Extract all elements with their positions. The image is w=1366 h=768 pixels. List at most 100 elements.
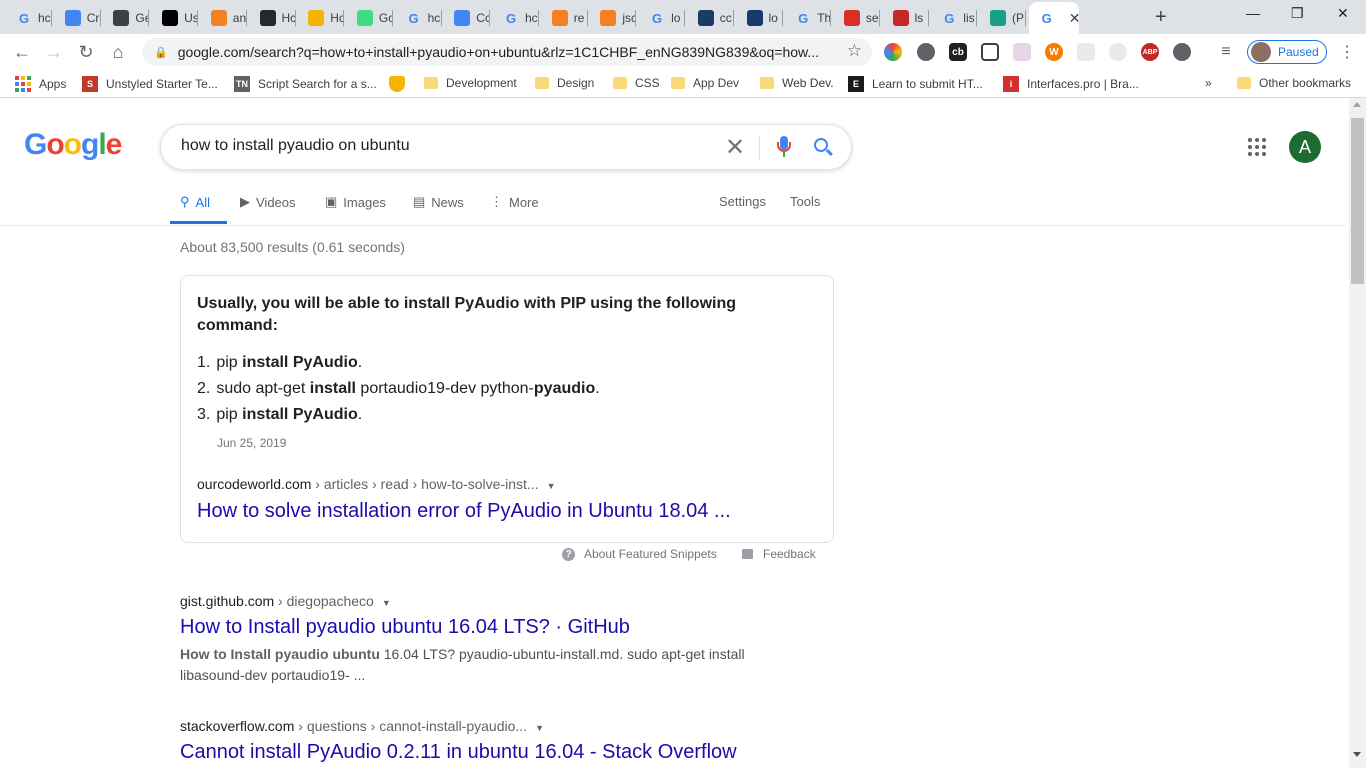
search-result: stackoverflow.com › questions › cannot-i… <box>180 718 780 764</box>
tab-tools[interactable]: Tools <box>790 194 820 209</box>
bookmark-item[interactable]: i Interfaces.pro | Bra... <box>1003 76 1139 92</box>
browser-tab[interactable]: Ge <box>103 4 150 32</box>
feedback-link[interactable]: Feedback <box>742 547 816 561</box>
adblock-extension-icon[interactable]: ABP <box>1141 43 1159 61</box>
more-bookmarks-button[interactable]: » <box>1205 76 1212 90</box>
active-tab-indicator <box>170 221 227 224</box>
browser-tab[interactable]: se <box>834 4 880 32</box>
browser-menu-icon[interactable]: ⋮ <box>1339 42 1355 62</box>
search-icon[interactable] <box>814 138 828 152</box>
color-picker-extension-icon[interactable] <box>884 43 902 61</box>
browser-tab[interactable]: (P <box>980 4 1026 32</box>
browser-tab[interactable]: Glo <box>639 4 686 32</box>
snippet-title-link[interactable]: How to solve installation error of PyAud… <box>197 500 731 523</box>
page-scrollbar[interactable] <box>1349 98 1366 768</box>
browser-tab[interactable]: ls <box>883 4 929 32</box>
screenshot-extension-icon[interactable] <box>981 43 999 61</box>
gear-extension-icon[interactable] <box>917 43 935 61</box>
browser-tab-active[interactable]: G ✕ <box>1028 2 1079 34</box>
result-cite[interactable]: gist.github.com › diegopacheco ▼ <box>180 593 780 609</box>
tab-separator <box>51 10 52 26</box>
bookmark-label: Design <box>557 76 595 90</box>
logo-letter: G <box>24 128 47 161</box>
new-tab-icon[interactable]: + <box>1155 6 1167 29</box>
step-number: 2. <box>197 380 211 397</box>
close-window-icon[interactable]: ✕ <box>1337 5 1349 22</box>
forward-icon[interactable]: → <box>43 41 65 63</box>
tab-settings-label: Settings <box>719 194 766 209</box>
search-input[interactable] <box>181 137 701 155</box>
scroll-up-icon[interactable] <box>1353 102 1361 107</box>
circle-extension-icon[interactable] <box>1109 43 1127 61</box>
step-keyword: install <box>242 406 289 423</box>
google-icon: G <box>944 10 955 26</box>
tab-settings[interactable]: Settings <box>719 194 766 209</box>
browser-tab[interactable]: Hc <box>250 4 296 32</box>
bookmark-item[interactable]: S Unstyled Starter Te... <box>82 76 218 92</box>
scrollbar-thumb[interactable] <box>1351 118 1364 284</box>
browser-tab[interactable]: Ghc <box>396 4 442 32</box>
profile-button[interactable]: Paused <box>1247 40 1327 64</box>
about-featured-snippets[interactable]: ? About Featured Snippets <box>562 547 717 561</box>
browser-tab[interactable]: Us <box>152 4 199 32</box>
bookmark-item[interactable]: E Learn to submit HT... <box>848 76 983 92</box>
bookmark-folder[interactable]: Development <box>424 76 517 90</box>
close-tab-icon[interactable]: ✕ <box>1069 10 1079 27</box>
caret-down-icon[interactable]: ▼ <box>382 598 391 608</box>
cloud-icon <box>64 10 81 26</box>
browser-tab[interactable]: Ghc <box>6 4 52 32</box>
bookmark-folder[interactable]: App Dev <box>671 76 739 90</box>
bookmark-apps[interactable]: Apps <box>15 76 66 92</box>
browser-tab[interactable]: G Th <box>785 4 832 32</box>
bookmark-item[interactable]: TN Script Search for a s... <box>234 76 377 92</box>
clear-search-icon[interactable]: ✕ <box>725 133 745 162</box>
minimize-window-icon[interactable]: — <box>1246 5 1260 21</box>
voice-search-icon[interactable] <box>777 136 791 158</box>
browser-tab[interactable]: cc <box>688 4 734 32</box>
playlist-icon[interactable]: ≡ <box>1217 43 1235 61</box>
other-bookmarks[interactable]: Other bookmarks <box>1237 76 1351 90</box>
tab-images[interactable]: ▣ Images <box>325 194 386 210</box>
cloud-extension-icon[interactable] <box>1173 43 1191 61</box>
bookmark-folder[interactable]: Design <box>535 76 594 90</box>
google-apps-icon[interactable] <box>1248 138 1266 156</box>
window-extension-icon[interactable] <box>1013 43 1031 61</box>
back-icon[interactable]: ← <box>11 41 33 63</box>
result-title-link[interactable]: How to Install pyaudio ubuntu 16.04 LTS?… <box>180 616 780 639</box>
wordpress-extension-icon[interactable]: W <box>1045 43 1063 61</box>
restore-window-icon[interactable]: ❒ <box>1291 5 1304 22</box>
browser-tab[interactable]: lo <box>737 4 783 32</box>
browser-tab[interactable]: Cc <box>444 4 491 32</box>
scroll-down-icon[interactable] <box>1353 752 1361 757</box>
google-logo[interactable]: Google <box>24 128 122 162</box>
snippet-cite[interactable]: ourcodeworld.com › articles › read › how… <box>197 476 555 492</box>
browser-tab[interactable]: re <box>542 4 588 32</box>
address-bar[interactable]: 🔒 google.com/search?q=how+to+install+pya… <box>142 38 872 66</box>
bookmark-item[interactable] <box>389 76 413 92</box>
bookmark-folder[interactable]: CSS <box>613 76 660 90</box>
bookmark-star-icon[interactable]: ☆ <box>847 41 862 61</box>
cb-extension-icon[interactable]: cb <box>949 43 967 61</box>
browser-tab[interactable]: Cr <box>55 4 101 32</box>
reload-icon[interactable]: ↻ <box>75 41 97 63</box>
browser-tab[interactable]: an <box>201 4 247 32</box>
tab-news[interactable]: ▤ News <box>413 194 464 210</box>
bookmark-label: CSS <box>635 76 660 90</box>
caret-down-icon[interactable]: ▼ <box>535 723 544 733</box>
home-icon[interactable]: ⌂ <box>107 41 129 63</box>
bookmark-folder[interactable]: Web Dev. <box>760 76 834 90</box>
browser-tab[interactable]: jsc <box>590 4 637 32</box>
tab-all[interactable]: ⚲ All <box>180 194 210 210</box>
result-cite[interactable]: stackoverflow.com › questions › cannot-i… <box>180 718 780 734</box>
grid-extension-icon[interactable] <box>1077 43 1095 61</box>
browser-tab[interactable]: Ghc <box>493 4 539 32</box>
account-avatar[interactable]: A <box>1289 131 1321 163</box>
browser-tab[interactable]: Glis <box>931 4 978 32</box>
browser-tab[interactable]: Gc <box>347 4 393 32</box>
caret-down-icon[interactable]: ▼ <box>547 481 556 491</box>
tab-videos[interactable]: ▶ Videos <box>240 194 296 210</box>
result-title-link[interactable]: Cannot install PyAudio 0.2.11 in ubuntu … <box>180 741 780 764</box>
browser-tab[interactable]: Hc <box>298 4 345 32</box>
tab-more[interactable]: ⋮ More <box>490 194 539 210</box>
code-icon <box>113 10 130 26</box>
